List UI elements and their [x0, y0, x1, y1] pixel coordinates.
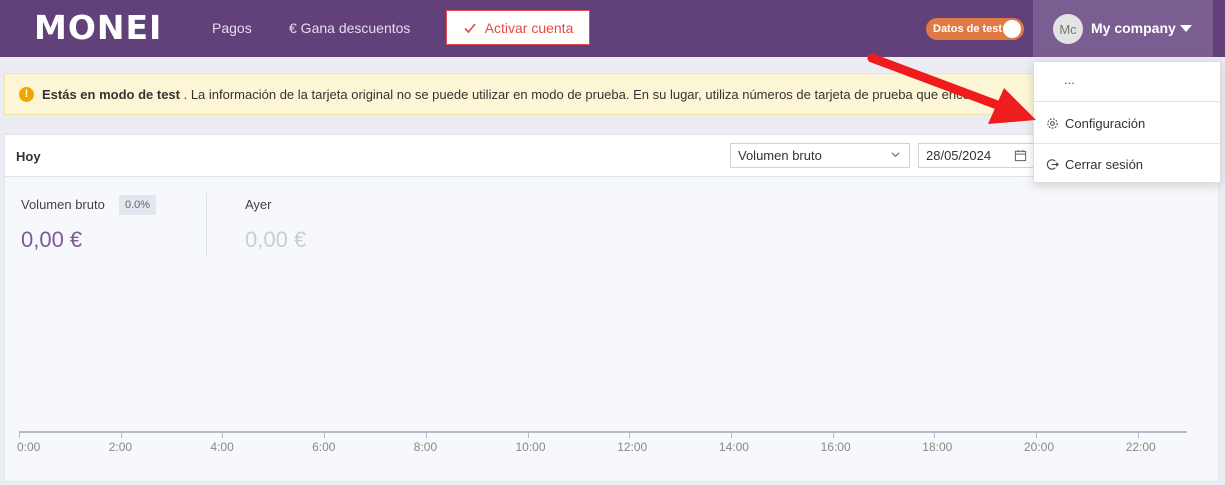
chart-x-tick-label: 12:00	[617, 440, 648, 454]
account-menu-button[interactable]: Mc My company	[1033, 0, 1213, 57]
check-icon	[464, 22, 476, 33]
chart-x-tick	[324, 433, 326, 438]
chart-x-tick	[222, 433, 224, 438]
warning-icon: !	[19, 87, 34, 102]
chart-x-tick-label: 4:00	[210, 440, 234, 454]
menu-item-cerrar-sesion-label: Cerrar sesión	[1065, 156, 1144, 172]
chart-x-tick-label: 22:00	[1125, 440, 1156, 454]
date-picker[interactable]: 28/05/2024	[918, 143, 1036, 168]
test-data-toggle[interactable]: Datos de test	[926, 18, 1024, 40]
dropdown-divider	[1034, 101, 1220, 102]
chart-x-tick	[120, 433, 122, 438]
dropdown-partial-item[interactable]: ...	[1064, 72, 1075, 86]
card-title: Hoy	[16, 149, 41, 164]
dropdown-divider	[1034, 143, 1220, 144]
chart-x-tick-label: 16:00	[820, 440, 851, 454]
monei-logo[interactable]: MONEI	[34, 8, 162, 48]
banner-message: Estás en modo de test . La información d…	[42, 87, 1042, 103]
metric-select[interactable]: Volumen bruto	[730, 143, 910, 168]
stat-label-volumen: Volumen bruto	[21, 197, 105, 212]
stat-value-yesterday: 0,00 €	[245, 227, 307, 252]
metric-select-value: Volumen bruto	[738, 148, 822, 163]
chart-x-axis	[19, 431, 1187, 433]
caret-down-icon	[1180, 25, 1192, 32]
chevron-down-icon	[891, 152, 900, 158]
calendar-icon	[1014, 149, 1027, 162]
dashboard-card: Hoy Volumen bruto 28/05/2024 Volumen bru…	[4, 134, 1219, 482]
stat-label-ayer: Ayer	[245, 197, 272, 212]
banner-text: . La información de la tarjeta original …	[179, 87, 970, 102]
nav-gana-descuentos[interactable]: € Gana descuentos	[289, 19, 410, 37]
account-dropdown: ... Configuración Cerrar sesión	[1033, 61, 1221, 183]
account-name: My company	[1091, 20, 1176, 36]
menu-item-cerrar-sesion[interactable]: Cerrar sesión	[1034, 145, 1220, 183]
stat-divider	[206, 193, 207, 257]
chart-x-tick-label: 2:00	[108, 440, 133, 454]
banner-bold: Estás en modo de test	[42, 87, 180, 102]
chart-x-tick-label: 8:00	[413, 440, 438, 454]
chart-x-tick-label: 0:00	[17, 440, 41, 454]
chart-x-tick-label: 14:00	[718, 440, 749, 454]
chart-x-tick	[832, 433, 834, 438]
test-data-toggle-label: Datos de test	[933, 23, 1003, 35]
activate-account-label: Activar cuenta	[484, 19, 574, 36]
nav-pagos[interactable]: Pagos	[212, 19, 252, 37]
chart-x-tick-label: 18:00	[922, 440, 953, 454]
chart-x-tick	[730, 433, 732, 438]
menu-item-configuracion-label: Configuración	[1065, 115, 1146, 131]
chart-x-tick	[1036, 433, 1037, 438]
chart-x-tick-label: 20:00	[1024, 440, 1055, 454]
menu-item-configuracion[interactable]: Configuración	[1034, 104, 1220, 142]
avatar: Mc	[1053, 14, 1083, 44]
chart-x-tick	[19, 433, 20, 438]
stat-value-today: 0,00 €	[21, 227, 83, 252]
top-navbar: MONEI Pagos € Gana descuentos Activar cu…	[0, 0, 1225, 57]
chart-x-tick	[425, 433, 427, 438]
chart-x-tick	[527, 433, 529, 438]
toggle-knob	[1003, 20, 1021, 38]
logout-icon	[1046, 158, 1059, 170]
chart-x-tick-label: 6:00	[312, 440, 336, 454]
chart-x-tick-label: 10:00	[515, 440, 546, 454]
stat-change-badge: 0.0%	[119, 195, 157, 215]
date-value: 28/05/2024	[926, 148, 992, 163]
chart-x-tick	[934, 433, 936, 438]
chart-x-tick	[1137, 433, 1139, 438]
chart-x-tick	[629, 433, 631, 438]
gear-icon	[1047, 117, 1058, 129]
activate-account-button[interactable]: Activar cuenta	[446, 10, 590, 45]
